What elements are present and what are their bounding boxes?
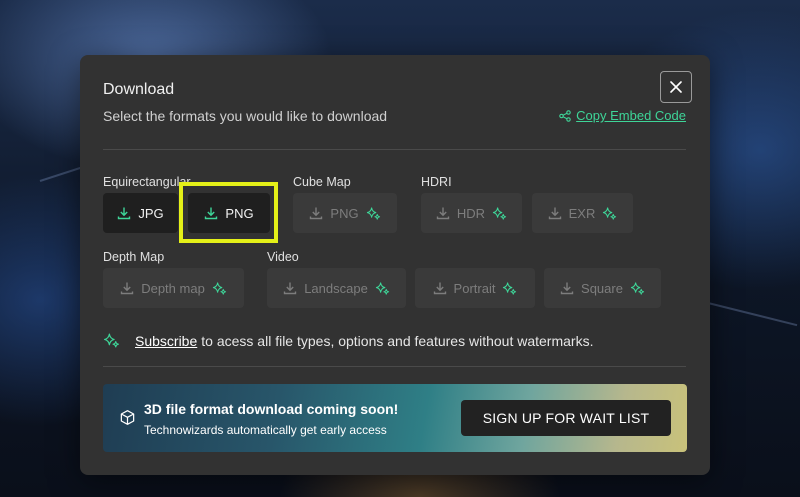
equirectangular-jpg-button[interactable]: JPG bbox=[103, 193, 178, 233]
download-icon bbox=[283, 282, 297, 295]
banner-title: 3D file format download coming soon! bbox=[144, 401, 399, 417]
sparkle-icon bbox=[366, 206, 380, 220]
subscribe-link[interactable]: Subscribe bbox=[135, 333, 197, 349]
sparkle-icon bbox=[212, 281, 226, 295]
coming-soon-banner: 3D file format download coming soon! Tec… bbox=[103, 384, 687, 452]
subscribe-row: Subscribe to acess all file types, optio… bbox=[103, 332, 593, 349]
button-label: PNG bbox=[330, 205, 359, 221]
cube-icon bbox=[120, 410, 135, 425]
sparkle-icon bbox=[603, 206, 617, 220]
close-button[interactable] bbox=[660, 71, 692, 103]
divider bbox=[103, 149, 686, 150]
subscribe-text: to acess all file types, options and fea… bbox=[201, 332, 594, 349]
download-icon bbox=[118, 207, 131, 220]
button-label: EXR bbox=[568, 205, 596, 221]
sparkle-icon bbox=[104, 333, 119, 348]
share-icon bbox=[559, 109, 571, 122]
hdri-label: HDRI bbox=[421, 175, 452, 189]
sparkle-icon bbox=[503, 281, 517, 295]
cube-map-label: Cube Map bbox=[293, 175, 351, 189]
download-icon bbox=[310, 207, 323, 220]
equirectangular-label: Equirectangular bbox=[103, 175, 191, 189]
hdri-hdr-button[interactable]: HDR bbox=[421, 193, 522, 233]
download-modal: Download Select the formats you would li… bbox=[80, 55, 710, 475]
cube-map-png-button[interactable]: PNG bbox=[293, 193, 397, 233]
sparkle-icon bbox=[375, 281, 389, 295]
sparkle-icon bbox=[630, 281, 645, 295]
copy-embed-code-label: Copy Embed Code bbox=[576, 108, 686, 123]
hdri-exr-button[interactable]: EXR bbox=[532, 193, 633, 233]
video-portrait-button[interactable]: Portrait bbox=[415, 268, 535, 308]
banner-subtitle: Technowizards automatically get early ac… bbox=[144, 423, 387, 437]
button-label: Depth map bbox=[141, 280, 205, 296]
button-label: Portrait bbox=[453, 280, 496, 296]
video-landscape-button[interactable]: Landscape bbox=[267, 268, 406, 308]
depth-map-label: Depth Map bbox=[103, 250, 165, 264]
divider bbox=[103, 366, 686, 367]
download-icon bbox=[121, 282, 134, 295]
depth-map-button[interactable]: Depth map bbox=[103, 268, 244, 308]
download-icon bbox=[548, 207, 561, 220]
png-highlight-box bbox=[179, 182, 278, 243]
sparkle-icon bbox=[492, 206, 507, 220]
background-streak bbox=[699, 300, 798, 327]
download-icon bbox=[436, 207, 450, 220]
button-label: Landscape bbox=[304, 280, 368, 296]
modal-title: Download bbox=[103, 81, 175, 98]
modal-subtitle: Select the formats you would like to dow… bbox=[103, 108, 388, 124]
button-label: Square bbox=[581, 280, 623, 296]
sign-up-wait-list-button[interactable]: SIGN UP FOR WAIT LIST bbox=[461, 400, 671, 436]
video-label: Video bbox=[267, 250, 299, 264]
button-label: HDR bbox=[456, 205, 486, 221]
button-label: JPG bbox=[138, 205, 164, 221]
download-icon bbox=[560, 282, 574, 295]
close-icon bbox=[670, 81, 682, 93]
copy-embed-code-link[interactable]: Copy Embed Code bbox=[559, 108, 686, 123]
video-square-button[interactable]: Square bbox=[544, 268, 661, 308]
download-icon bbox=[433, 282, 446, 295]
